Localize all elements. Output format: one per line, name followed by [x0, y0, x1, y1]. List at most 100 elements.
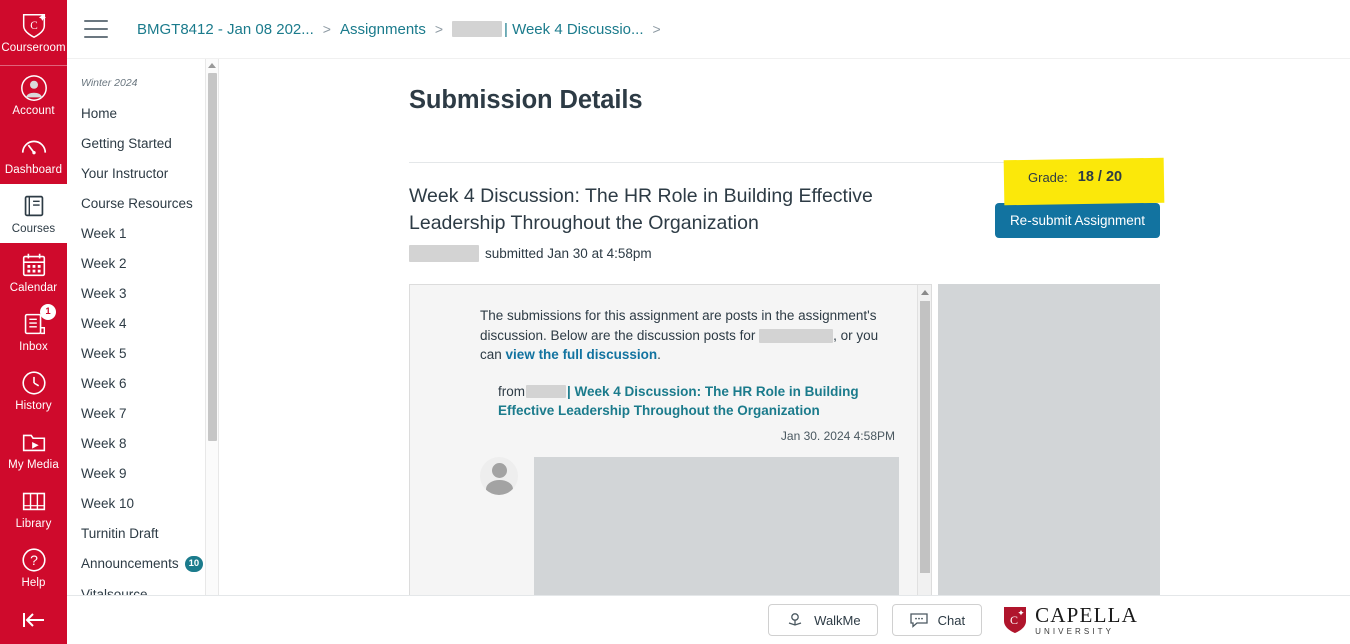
- walkme-label: WalkMe: [814, 612, 861, 628]
- sidebar-item-label: Turnitin Draft: [81, 525, 159, 541]
- walkme-button[interactable]: WalkMe: [768, 604, 878, 636]
- rail-item-courses[interactable]: Courses: [0, 184, 67, 243]
- rail-item-calendar[interactable]: Calendar: [0, 243, 67, 302]
- resubmit-assignment-button[interactable]: Re-submit Assignment: [994, 203, 1160, 238]
- sidebar-item-week-1[interactable]: Week 1: [67, 218, 218, 248]
- rail-item-library-label: Library: [15, 518, 52, 530]
- app-root: C Courseroom Account Dashboard Courses C…: [0, 0, 1350, 644]
- scrollbar-thumb[interactable]: [920, 301, 930, 573]
- page-title: Submission Details: [409, 86, 643, 114]
- sidebar-item-week-10[interactable]: Week 10: [67, 488, 218, 518]
- sidebar-item-getting-started[interactable]: Getting Started: [67, 128, 218, 158]
- sidebar-item-week-7[interactable]: Week 7: [67, 398, 218, 428]
- sidebar-item-label: Week 10: [81, 495, 135, 511]
- global-nav-rail: C Courseroom Account Dashboard Courses C…: [0, 0, 67, 644]
- rail-item-courseroom[interactable]: C Courseroom: [0, 0, 67, 66]
- rail-item-dashboard[interactable]: Dashboard: [0, 125, 67, 184]
- capella-logo: C CAPELLA UNIVERSITY: [1002, 604, 1138, 636]
- grade-text: Grade: 18 / 20: [1004, 159, 1164, 185]
- breadcrumb-separator: >: [434, 21, 444, 37]
- account-avatar-icon: [20, 75, 47, 101]
- rail-item-account-label: Account: [12, 105, 55, 117]
- breadcrumb-item-assignments[interactable]: Assignments: [340, 21, 426, 38]
- redacted-side-content-block: [938, 284, 1160, 595]
- breadcrumb: BMGT8412 - Jan 08 202... > Assignments >…: [137, 21, 670, 38]
- rail-item-account[interactable]: Account: [0, 66, 67, 125]
- sidebar-item-course-resources[interactable]: Course Resources: [67, 188, 218, 218]
- breadcrumb-item-discussion[interactable]: | Week 4 Discussio...: [504, 21, 644, 38]
- rail-item-library[interactable]: Library: [0, 479, 67, 538]
- sidebar-item-label: Home: [81, 105, 118, 121]
- walkme-icon: [788, 613, 802, 626]
- sidebar-item-label: Week 8: [81, 435, 127, 451]
- sidebar-item-label: Week 3: [81, 285, 127, 301]
- scroll-up-arrow-icon[interactable]: [208, 63, 216, 68]
- breadcrumb-bar: BMGT8412 - Jan 08 202... > Assignments >…: [67, 0, 1350, 58]
- discussion-post-heading: from | Week 4 Discussion: The HR Role in …: [480, 382, 899, 420]
- discussion-post-date: Jan 30. 2024 4:58PM: [780, 428, 895, 443]
- scroll-up-arrow-icon[interactable]: [920, 290, 929, 295]
- scrollbar-thumb[interactable]: [208, 73, 217, 441]
- course-nav-list: Winter 2024 Home Getting Started Your In…: [67, 59, 218, 595]
- rail-item-my-media[interactable]: My Media: [0, 420, 67, 479]
- announcements-count-badge: 10: [184, 555, 204, 572]
- redacted-name-block: [452, 21, 503, 37]
- discussion-intro: The submissions for this assignment are …: [480, 306, 899, 365]
- view-full-discussion-link[interactable]: view the full discussion: [506, 347, 658, 362]
- avatar-shoulders: [485, 479, 513, 495]
- sidebar-item-label: Week 6: [81, 375, 127, 391]
- capella-subtitle: UNIVERSITY: [1035, 626, 1115, 636]
- rail-item-history[interactable]: History: [0, 361, 67, 420]
- sidebar-item-vitalsource[interactable]: Vitalsource: [67, 579, 218, 596]
- library-books-icon: [22, 492, 45, 511]
- sidebar-item-label: Week 2: [81, 255, 127, 271]
- sidebar-item-week-5[interactable]: Week 5: [67, 338, 218, 368]
- help-question-icon: ?: [21, 548, 46, 572]
- course-nav-scrollbar[interactable]: [205, 59, 218, 595]
- redacted-name-block: [759, 328, 834, 343]
- calendar-icon: [22, 253, 45, 277]
- rail-item-my-media-label: My Media: [8, 459, 59, 471]
- chat-button[interactable]: Chat: [891, 604, 983, 636]
- submitted-line: submitted Jan 30 at 4:58pm: [409, 245, 971, 262]
- dashboard-gauge-icon: [21, 140, 46, 155]
- course-nav-sidebar: Winter 2024 Home Getting Started Your In…: [67, 59, 219, 595]
- sidebar-item-week-2[interactable]: Week 2: [67, 248, 218, 278]
- rail-item-inbox[interactable]: 1 Inbox: [0, 302, 67, 361]
- chat-bubble-icon: [909, 613, 928, 628]
- body-row: Winter 2024 Home Getting Started Your In…: [67, 58, 1350, 595]
- courses-book-icon: [24, 195, 43, 217]
- discussion-scrollbar[interactable]: [917, 285, 931, 595]
- sidebar-item-week-3[interactable]: Week 3: [67, 278, 218, 308]
- sidebar-item-week-9[interactable]: Week 9: [67, 458, 218, 488]
- grade-badge: Grade: 18 / 20: [1003, 157, 1165, 206]
- sidebar-item-label: Getting Started: [81, 135, 172, 151]
- sidebar-item-week-4[interactable]: Week 4: [67, 308, 218, 338]
- capella-wordmark: CAPELLA UNIVERSITY: [1035, 604, 1138, 636]
- sidebar-item-label: Week 4: [81, 315, 127, 331]
- svg-text:?: ?: [30, 552, 38, 568]
- sidebar-item-label: Vitalsource: [81, 586, 148, 596]
- sidebar-item-announcements[interactable]: Announcements 10: [67, 548, 218, 579]
- rail-item-courses-label: Courses: [11, 223, 56, 235]
- sidebar-item-turnitin-draft[interactable]: Turnitin Draft: [67, 518, 218, 548]
- stage: BMGT8412 - Jan 08 202... > Assignments >…: [67, 0, 1350, 644]
- sidebar-item-home[interactable]: Home: [67, 98, 218, 128]
- rail-item-help-label: Help: [21, 577, 46, 589]
- sidebar-item-week-8[interactable]: Week 8: [67, 428, 218, 458]
- breadcrumb-item-course[interactable]: BMGT8412 - Jan 08 202...: [137, 21, 314, 38]
- sidebar-item-your-instructor[interactable]: Your Instructor: [67, 158, 218, 188]
- sidebar-item-label: Your Instructor: [81, 165, 169, 181]
- rail-item-history-label: History: [15, 400, 52, 412]
- rail-item-inbox-label: Inbox: [19, 341, 48, 353]
- svg-text:C: C: [30, 20, 38, 32]
- discussion-intro-end: .: [657, 347, 661, 362]
- assignment-title: Week 4 Discussion: The HR Role in Buildi…: [409, 185, 873, 234]
- hamburger-menu-icon[interactable]: [84, 20, 108, 38]
- rail-item-help[interactable]: ? Help: [0, 538, 67, 597]
- sidebar-item-label: Week 7: [81, 405, 127, 421]
- sidebar-item-week-6[interactable]: Week 6: [67, 368, 218, 398]
- rail-collapse-button[interactable]: [0, 610, 67, 644]
- collapse-left-arrow-icon: [22, 613, 44, 627]
- content-inner: Submission Details Week 4 Discussion: Th…: [219, 86, 1350, 595]
